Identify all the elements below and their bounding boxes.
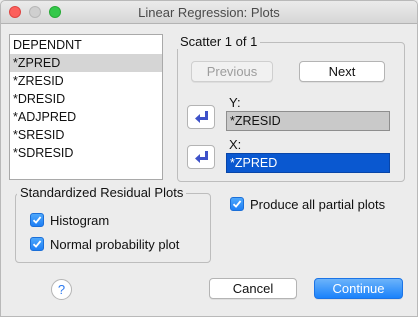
list-item[interactable]: *SRESID: [10, 126, 162, 144]
continue-button[interactable]: Continue: [314, 278, 403, 299]
cancel-button[interactable]: Cancel: [209, 278, 297, 299]
checkmark-icon: [32, 240, 42, 248]
title-bar: Linear Regression: Plots: [1, 1, 417, 24]
list-item[interactable]: *ADJPRED: [10, 108, 162, 126]
normal-plot-label: Normal probability plot: [50, 237, 180, 252]
y-variable-field[interactable]: *ZRESID: [226, 111, 390, 131]
move-to-x-button[interactable]: [187, 145, 215, 169]
x-axis-label: X:: [229, 137, 242, 152]
y-axis-label: Y:: [229, 95, 241, 110]
dialog-window: Linear Regression: Plots DEPENDNT *ZPRED…: [0, 0, 418, 317]
next-button[interactable]: Next: [299, 61, 385, 82]
x-variable-field[interactable]: *ZPRED: [226, 153, 390, 173]
partial-plots-checkbox[interactable]: [230, 197, 244, 211]
checkmark-icon: [32, 216, 42, 224]
move-to-y-button[interactable]: [187, 105, 215, 129]
normal-plot-checkbox[interactable]: [30, 237, 44, 251]
list-item[interactable]: DEPENDNT: [10, 36, 162, 54]
histogram-checkbox[interactable]: [30, 213, 44, 227]
list-item[interactable]: *DRESID: [10, 90, 162, 108]
arrow-left-icon: [195, 111, 208, 123]
window-title: Linear Regression: Plots: [138, 5, 280, 20]
variable-list[interactable]: DEPENDNT *ZPRED *ZRESID *DRESID *ADJPRED…: [9, 34, 163, 180]
histogram-label: Histogram: [50, 213, 110, 228]
residual-plots-legend: Standardized Residual Plots: [17, 185, 187, 200]
previous-button[interactable]: Previous: [191, 61, 273, 82]
help-button[interactable]: ?: [51, 279, 72, 300]
partial-plots-label: Produce all partial plots: [250, 197, 386, 212]
list-item[interactable]: *SDRESID: [10, 144, 162, 162]
list-item[interactable]: *ZRESID: [10, 72, 162, 90]
arrow-left-icon: [195, 151, 208, 163]
scatter-legend: Scatter 1 of 1: [177, 34, 261, 49]
checkmark-icon: [232, 200, 242, 208]
residual-plots-group: [15, 193, 211, 263]
list-item[interactable]: *ZPRED: [10, 54, 162, 72]
